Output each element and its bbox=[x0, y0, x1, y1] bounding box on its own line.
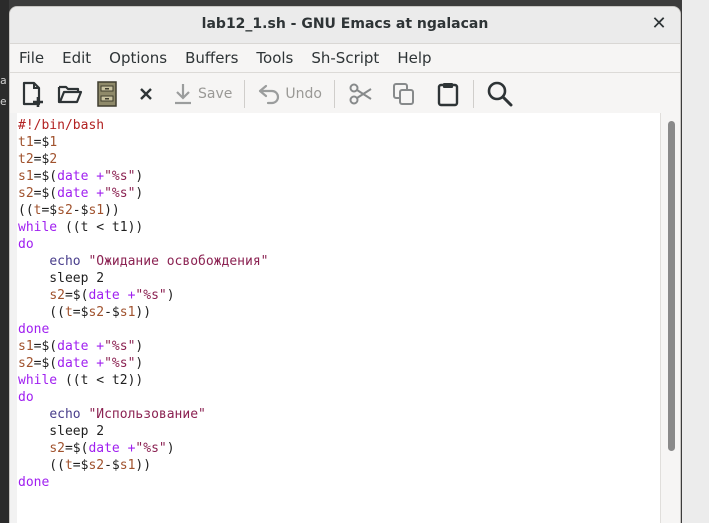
open-file-button[interactable] bbox=[56, 77, 84, 111]
window-title: lab12_1.sh - GNU Emacs at ngalacan bbox=[201, 16, 489, 32]
undo-icon bbox=[259, 84, 280, 105]
menu-bar: File Edit Options Buffers Tools Sh-Scrip… bbox=[10, 44, 680, 73]
toolbar-separator bbox=[333, 80, 335, 108]
save-button[interactable]: Save bbox=[172, 77, 232, 111]
vertical-scrollbar[interactable] bbox=[660, 113, 680, 523]
code-line: s1=$(date +"%s") bbox=[18, 339, 144, 354]
code-line: ((t=$s2-$s1)) bbox=[18, 458, 152, 473]
search-icon bbox=[487, 81, 513, 107]
code-line: s1=$(date +"%s") bbox=[18, 169, 144, 184]
new-file-button[interactable] bbox=[18, 77, 46, 111]
code-buffer[interactable]: #!/bin/bash t1=$1 t2=$2 s1=$(date +"%s")… bbox=[18, 117, 268, 491]
cut-button[interactable] bbox=[347, 77, 373, 111]
code-line: echo "Ожидание освобождения" bbox=[49, 254, 269, 269]
new-file-icon bbox=[22, 81, 43, 107]
code-line: sleep 2 bbox=[18, 271, 105, 286]
copy-icon bbox=[392, 83, 414, 105]
toolbar-separator bbox=[472, 80, 474, 108]
left-fringe bbox=[10, 113, 17, 523]
title-bar[interactable]: lab12_1.sh - GNU Emacs at ngalacan ✕ bbox=[10, 7, 680, 44]
menu-edit[interactable]: Edit bbox=[56, 49, 97, 67]
file-cabinet-icon bbox=[97, 81, 117, 107]
code-line: do bbox=[18, 390, 34, 405]
code-line: s2=$(date +"%s") bbox=[49, 441, 175, 456]
background-terminal-text: e bbox=[0, 95, 7, 108]
menu-file[interactable]: File bbox=[13, 49, 50, 67]
code-line: s2=$(date +"%s") bbox=[18, 356, 144, 371]
menu-buffers[interactable]: Buffers bbox=[179, 49, 244, 67]
scissors-icon bbox=[349, 83, 372, 105]
code-line: echo "Использование" bbox=[49, 407, 206, 422]
code-line: sleep 2 bbox=[18, 424, 105, 439]
background-terminal-text: a bbox=[0, 74, 7, 87]
emacs-window: lab12_1.sh - GNU Emacs at ngalacan ✕ Fil… bbox=[9, 6, 681, 523]
code-line: done bbox=[18, 322, 50, 337]
code-line: ((t=$s2-$s1)) bbox=[18, 305, 152, 320]
code-line: while ((t < t2)) bbox=[18, 373, 144, 388]
close-window-button[interactable]: ✕ bbox=[648, 13, 670, 35]
code-line: while ((t < t1)) bbox=[18, 220, 144, 235]
search-button[interactable] bbox=[486, 77, 514, 111]
save-label: Save bbox=[198, 86, 233, 102]
desktop-background-left: a e bbox=[0, 0, 9, 523]
dired-button[interactable] bbox=[94, 77, 120, 111]
menu-help[interactable]: Help bbox=[391, 49, 437, 67]
code-line: done bbox=[18, 475, 50, 490]
kill-buffer-button[interactable] bbox=[136, 77, 156, 111]
code-line: t2=$2 bbox=[18, 152, 58, 167]
code-line: s2=$(date +"%s") bbox=[18, 186, 144, 201]
tool-bar: Save Undo bbox=[10, 73, 680, 116]
copy-button[interactable] bbox=[391, 77, 417, 111]
code-line: s2=$(date +"%s") bbox=[49, 288, 175, 303]
desktop-background-right bbox=[682, 0, 709, 523]
menu-options[interactable]: Options bbox=[103, 49, 173, 67]
text-editor-area[interactable]: #!/bin/bash t1=$1 t2=$2 s1=$(date +"%s")… bbox=[10, 113, 660, 523]
code-line: t1=$1 bbox=[18, 135, 58, 150]
scrollbar-thumb[interactable] bbox=[668, 121, 675, 451]
menu-tools[interactable]: Tools bbox=[250, 49, 299, 67]
menu-sh-script[interactable]: Sh-Script bbox=[305, 49, 385, 67]
close-icon bbox=[140, 88, 152, 100]
folder-open-icon bbox=[57, 85, 83, 104]
undo-button[interactable]: Undo bbox=[257, 77, 322, 111]
code-line: #!/bin/bash bbox=[18, 118, 105, 133]
code-line: ((t=$s2-$s1)) bbox=[18, 203, 120, 218]
toolbar-separator bbox=[244, 80, 246, 108]
code-line: do bbox=[18, 237, 34, 252]
paste-button[interactable] bbox=[435, 77, 461, 111]
clipboard-icon bbox=[437, 83, 459, 107]
undo-label: Undo bbox=[285, 86, 322, 102]
download-save-icon bbox=[175, 84, 191, 105]
